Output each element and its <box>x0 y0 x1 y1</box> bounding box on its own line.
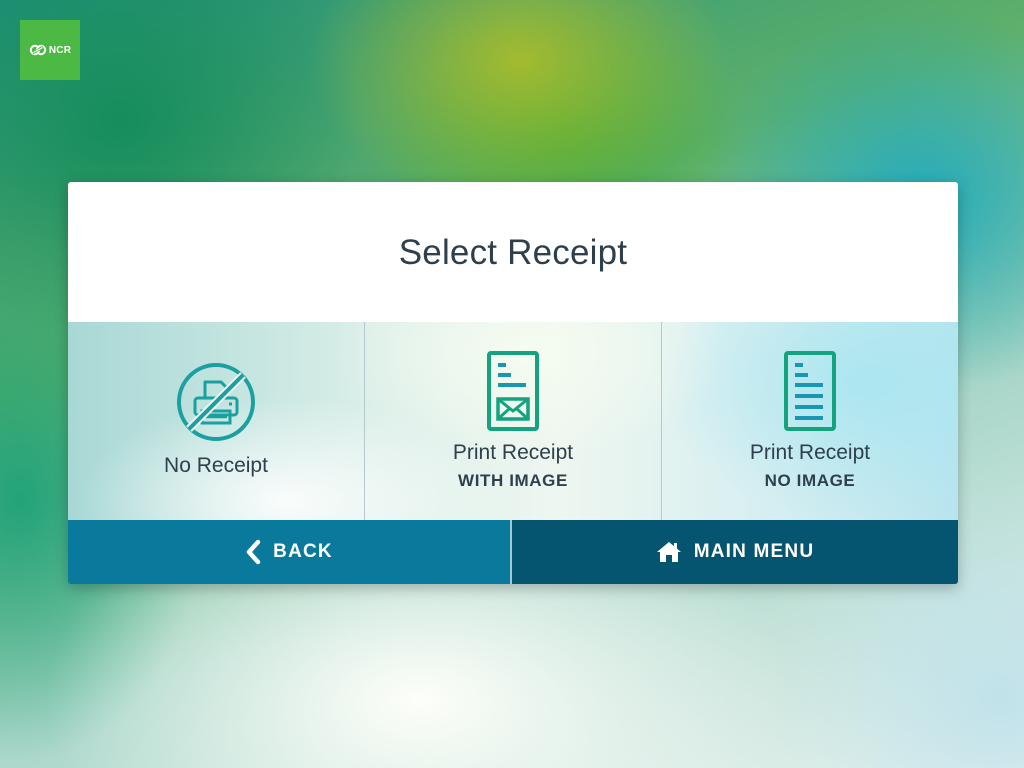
no-printer-icon <box>177 363 255 441</box>
no-receipt-option[interactable]: No Receipt <box>68 322 364 520</box>
receipt-options: No Receipt Print Receipt WITH IMAGE Prin… <box>68 322 958 520</box>
main-menu-button[interactable]: MAIN MENU <box>510 520 958 584</box>
print-receipt-no-image-option[interactable]: Print Receipt NO IMAGE <box>661 322 958 520</box>
select-receipt-dialog: Select Receipt No Receipt Print Receipt … <box>68 182 958 584</box>
page-title: Select Receipt <box>398 233 628 272</box>
no-image-sublabel: NO IMAGE <box>764 471 856 490</box>
with-image-sublabel: WITH IMAGE <box>458 471 568 490</box>
ncr-logo-mark <box>29 44 47 56</box>
chevron-left-icon <box>245 539 261 565</box>
receipt-with-image-icon <box>487 351 539 431</box>
home-icon <box>656 541 682 563</box>
no-receipt-label: No Receipt <box>164 454 268 477</box>
print-receipt-with-image-option[interactable]: Print Receipt WITH IMAGE <box>364 322 661 520</box>
back-button[interactable]: BACK <box>68 520 510 584</box>
receipt-no-image-icon <box>784 351 836 431</box>
ncr-logo: NCR <box>20 20 80 80</box>
print-receipt-no-image-label: Print Receipt <box>749 441 871 464</box>
back-button-label: BACK <box>273 541 333 562</box>
main-menu-button-label: MAIN MENU <box>693 541 815 562</box>
dialog-header: Select Receipt <box>68 182 958 322</box>
print-receipt-with-image-label: Print Receipt <box>452 441 574 464</box>
ncr-logo-text: NCR <box>48 44 72 56</box>
dialog-footer: BACK MAIN MENU <box>68 520 958 584</box>
